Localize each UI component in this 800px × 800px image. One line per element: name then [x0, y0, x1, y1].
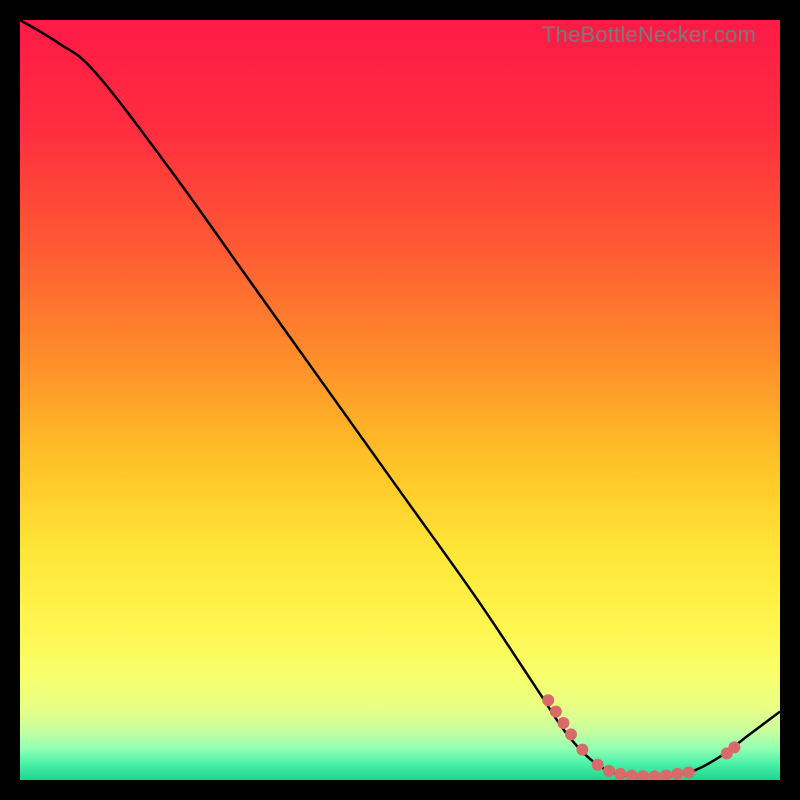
- curve-marker: [557, 717, 569, 729]
- curve-marker: [550, 706, 562, 718]
- curve-marker: [614, 768, 626, 780]
- bottleneck-chart: [20, 20, 780, 780]
- watermark-text: TheBottleNecker.com: [542, 22, 756, 48]
- chart-frame: TheBottleNecker.com: [20, 20, 780, 780]
- curve-marker: [671, 768, 683, 780]
- curve-marker: [603, 765, 615, 777]
- curve-marker: [683, 766, 695, 778]
- gradient-bg: [20, 20, 780, 780]
- curve-marker: [542, 694, 554, 706]
- curve-marker: [728, 741, 740, 753]
- curve-marker: [576, 744, 588, 756]
- curve-marker: [565, 728, 577, 740]
- curve-marker: [592, 759, 604, 771]
